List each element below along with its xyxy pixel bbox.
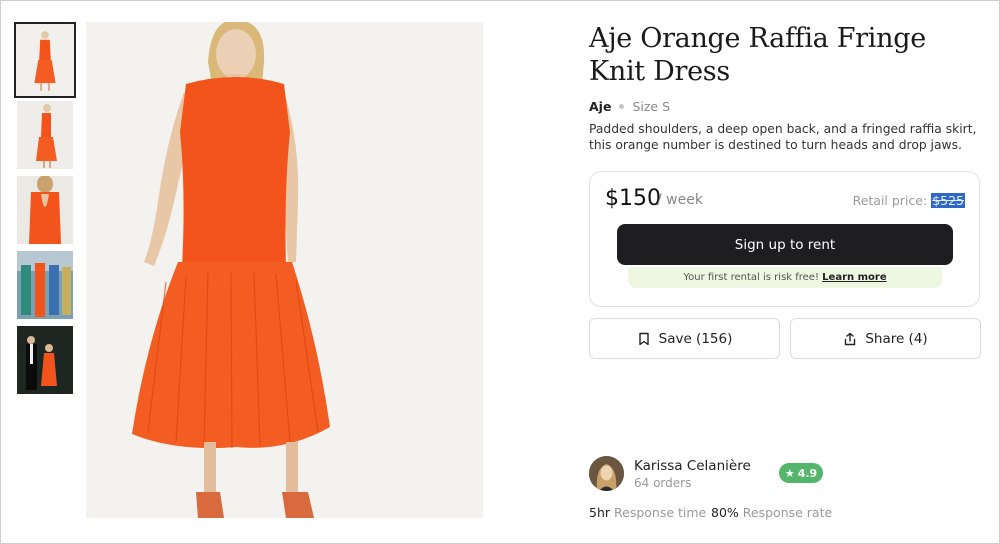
sign-up-to-rent-button[interactable]: Sign up to rent xyxy=(617,224,953,265)
response-rate-stat: 80% Response rate xyxy=(711,505,832,520)
event-photo-image xyxy=(17,326,73,394)
thumbnail-1[interactable] xyxy=(14,22,76,98)
thumbnail-4[interactable] xyxy=(17,251,73,319)
rating-value: 4.9 xyxy=(797,466,818,480)
retail-price-label: Retail price: xyxy=(852,193,928,208)
seller-orders: 64 orders xyxy=(634,476,692,490)
brand-name[interactable]: Aje xyxy=(589,99,611,114)
product-description: Padded shoulders, a deep open back, and … xyxy=(589,122,977,152)
learn-more-link[interactable]: Learn more xyxy=(822,272,886,283)
response-rate-value: 80% xyxy=(711,505,739,520)
dress-back-image xyxy=(17,176,73,244)
separator-dot xyxy=(619,104,625,109)
thumbnail-3[interactable] xyxy=(17,176,73,244)
size-label: Size S xyxy=(632,99,671,114)
thumbnail-5[interactable] xyxy=(17,326,73,394)
product-meta: Aje Size S xyxy=(589,99,670,114)
thumbnail-2[interactable] xyxy=(17,101,73,169)
price-card: $150 / week Retail price: $525 Sign up t… xyxy=(589,171,980,307)
rental-price: $150 xyxy=(605,186,661,211)
bookmark-icon xyxy=(638,332,649,345)
avatar-image xyxy=(589,456,624,491)
share-button[interactable]: Share (4) xyxy=(790,318,981,359)
dress-model-illustration xyxy=(86,22,483,518)
group-photo-image xyxy=(17,251,73,319)
response-rate-label: Response rate xyxy=(742,505,833,520)
retail-price-value: $525 xyxy=(931,193,965,208)
retail-price: Retail price: $525 xyxy=(853,193,965,208)
seller-avatar[interactable] xyxy=(589,456,624,491)
dress-front-image xyxy=(18,27,72,93)
risk-free-text: Your first rental is risk free! xyxy=(683,272,819,283)
main-product-image xyxy=(86,22,483,518)
product-title: Aje Orange Raffia Fringe Knit Dress xyxy=(589,23,926,87)
seller-name[interactable]: Karissa Celanière xyxy=(634,458,751,474)
share-icon xyxy=(845,332,856,345)
seller-rating-badge: ★ 4.9 xyxy=(779,463,823,483)
risk-free-banner: Your first rental is risk free! Learn mo… xyxy=(628,267,942,288)
save-label: Save (156) xyxy=(658,330,733,347)
response-time-value: 5hr xyxy=(589,505,611,520)
star-icon: ★ xyxy=(784,466,795,480)
response-time-label: Response time xyxy=(614,505,707,520)
save-button[interactable]: Save (156) xyxy=(589,318,780,359)
dress-side-image xyxy=(17,101,73,169)
response-time-stat: 5hr Response time xyxy=(589,505,706,520)
share-label: Share (4) xyxy=(865,330,928,347)
price-period: / week xyxy=(657,192,703,208)
